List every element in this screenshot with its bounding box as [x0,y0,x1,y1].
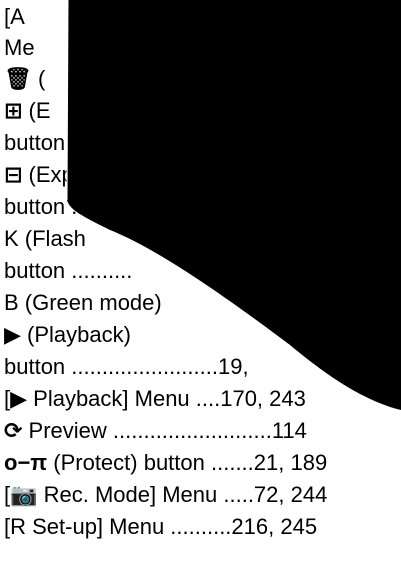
index-line: o−π (Protect) button .......21, 189 [4,448,401,478]
preview-icon: ⟳ [4,418,23,443]
index-line-text: ( [31,66,46,91]
trash-icon: 🗑 [4,66,32,91]
index-line-text: B (Green mode) [4,290,162,315]
index-line: K (Flash [4,224,401,254]
ev-compensation-icon: ⊞ [4,98,23,123]
index-line: button .......... [4,256,401,286]
index-line-text: K (Flash [4,226,86,251]
index-line: ▶ (Playback) [4,320,401,350]
index-line-text: Me [4,35,35,60]
index-line: button [4,128,401,158]
index-line: 🗑 ( [4,64,401,94]
index-line: button ... [4,192,401,222]
index-line-text: button ........................19, [4,354,249,379]
index-line-text: (Playback) [20,322,131,347]
index-line-text: (Exp [22,162,74,187]
index-line: ⟳ Preview ..........................114 [4,416,401,446]
index-page: [A Me 🗑 ( ⊞ (E button ⊟ (Exp button ... … [0,0,401,566]
protect-key-icon: o−π [4,450,48,475]
exposure-icon: ⊟ [4,162,23,187]
index-line-text: [R Set-up] Menu ..........216, 245 [4,514,318,539]
index-line: ⊞ (E [4,96,401,126]
index-line-text: button .......... [4,258,133,283]
index-line-text: [A [4,4,25,29]
index-line-text: button [4,130,66,155]
index-line: [R Set-up] Menu ..........216, 245 [4,512,401,542]
index-line-text: [📷 Rec. Mode] Menu .....72, 244 [4,482,328,507]
index-line-text: (Protect) button .......21, 189 [47,450,328,475]
index-line-text: button ... [4,194,90,219]
index-line-text: (E [22,98,51,123]
index-line-text: [▶ Playback] Menu ....170, 243 [4,386,306,411]
index-line-text: Preview ..........................114 [22,418,307,443]
index-line: [A [4,2,401,32]
index-line: [📷 Rec. Mode] Menu .....72, 244 [4,480,401,510]
index-line: [▶ Playback] Menu ....170, 243 [4,384,401,414]
index-line: B (Green mode) [4,288,401,318]
index-line: ⊟ (Exp [4,160,401,190]
playback-icon: ▶ [4,322,21,347]
index-line: Me [4,33,401,63]
index-line: button ........................19, [4,352,401,382]
